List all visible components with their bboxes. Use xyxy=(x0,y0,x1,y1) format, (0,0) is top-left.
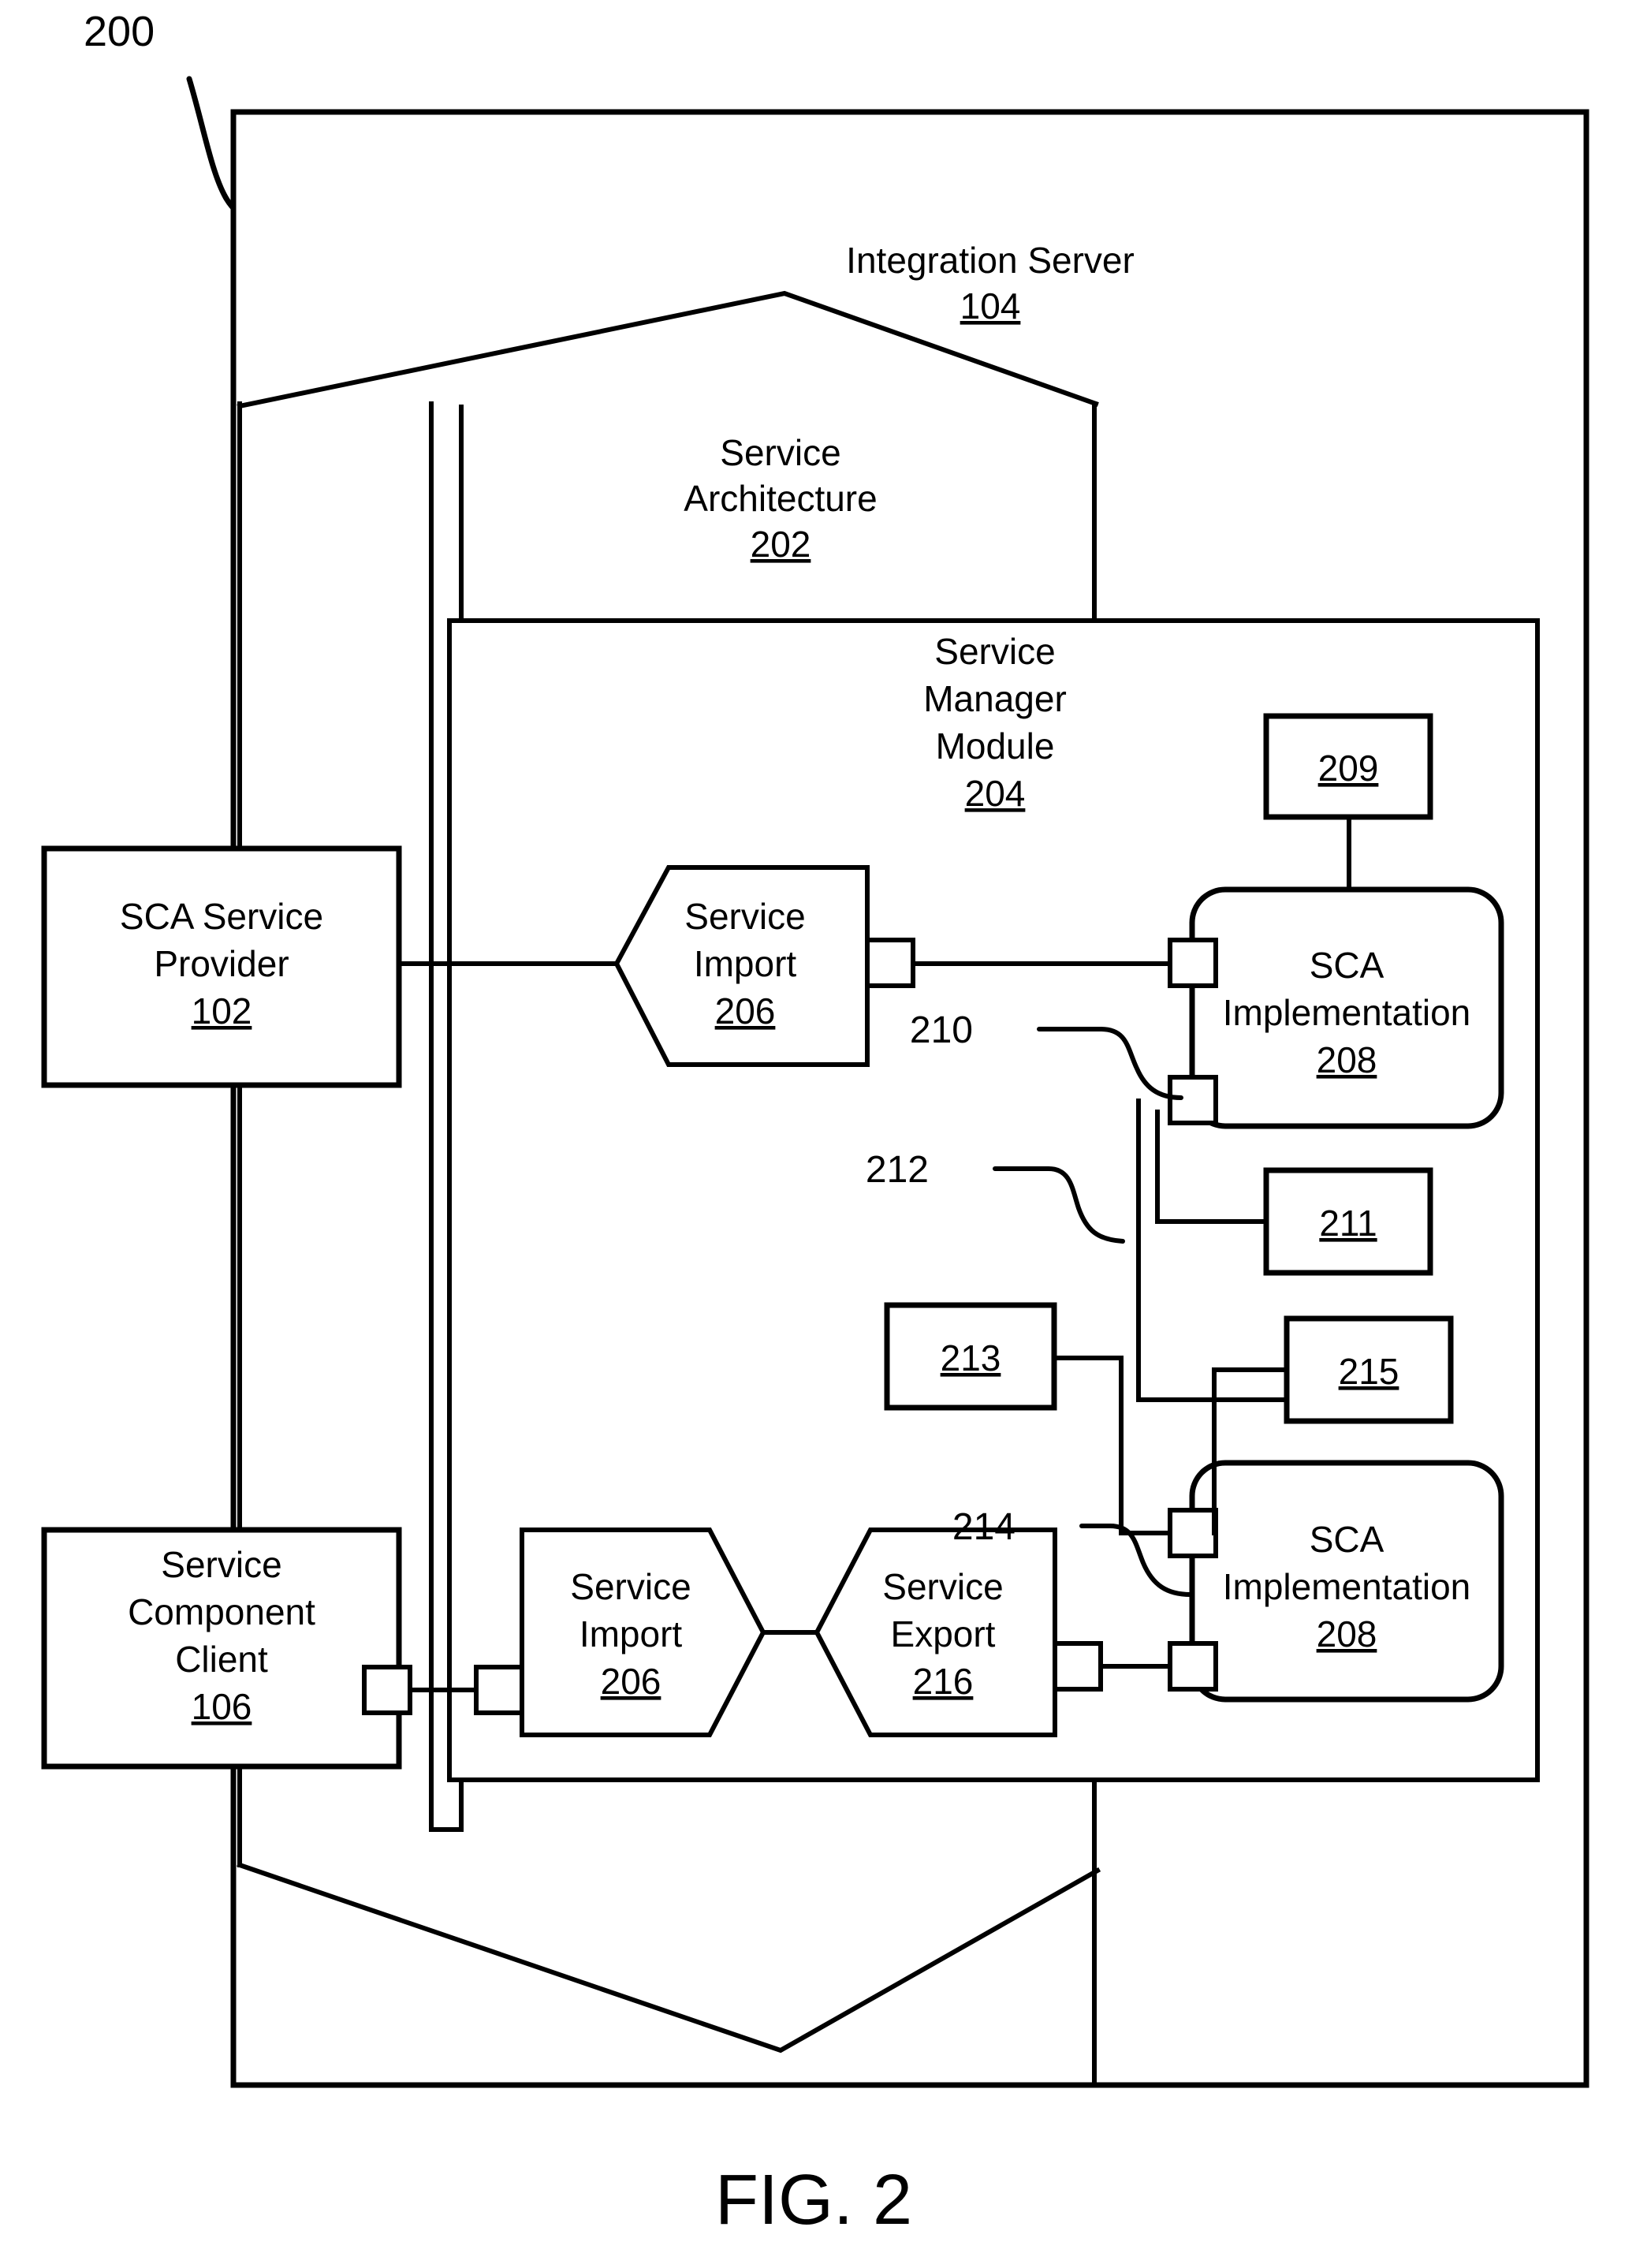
service-import-bottom-title-2: Import xyxy=(579,1613,683,1654)
service-manager-title-3: Module xyxy=(936,726,1055,767)
service-component-client-ref: 106 xyxy=(192,1686,252,1727)
service-architecture-title-1: Service xyxy=(720,432,840,473)
impl-bottom-port-b xyxy=(1168,1641,1218,1692)
sca-implementation-bottom-title-1: SCA xyxy=(1310,1519,1384,1560)
artifact-215-label: 215 xyxy=(1339,1351,1399,1392)
sca-service-provider-ref: 102 xyxy=(192,990,252,1031)
leader-210-label: 210 xyxy=(910,1009,973,1051)
import-bottom-port-left xyxy=(474,1665,524,1715)
impl-bottom-port-a xyxy=(1168,1508,1218,1558)
leader-212-label: 212 xyxy=(866,1149,929,1191)
service-architecture-title-2: Architecture xyxy=(684,478,877,519)
service-component-client-title-3: Client xyxy=(175,1639,268,1680)
figure-tag-text: 200 xyxy=(84,8,155,55)
service-import-bottom-title-1: Service xyxy=(570,1566,691,1607)
service-architecture-ref: 202 xyxy=(751,524,811,565)
sca-implementation-top-title-1: SCA xyxy=(1310,945,1384,986)
figure-canvas: 200 Integration Server 104 Service Archi… xyxy=(41,8,1589,2240)
service-manager-title-2: Manager xyxy=(923,678,1067,719)
service-import-bottom-ref: 206 xyxy=(601,1661,661,1702)
impl-top-port-a xyxy=(1168,938,1218,988)
sca-service-provider-title-2: Provider xyxy=(154,943,289,984)
sca-service-provider-title-1: SCA Service xyxy=(120,896,323,937)
service-export-bottom-title-2: Export xyxy=(891,1613,996,1654)
artifact-213-label: 213 xyxy=(941,1337,1001,1378)
integration-server-title: Integration Server xyxy=(846,240,1135,281)
service-import-top-title-1: Service xyxy=(684,896,805,937)
service-import-top-ref: 206 xyxy=(715,990,776,1031)
integration-server-ref: 104 xyxy=(960,285,1021,326)
service-manager-title-1: Service xyxy=(934,631,1055,672)
sca-implementation-top-ref: 208 xyxy=(1317,1039,1377,1080)
service-component-client-title-1: Service xyxy=(161,1544,281,1585)
service-manager-ref: 204 xyxy=(965,773,1026,814)
leader-214-label: 214 xyxy=(952,1506,1016,1548)
service-export-bottom-ref: 216 xyxy=(913,1661,974,1702)
sca-implementation-bottom-ref: 208 xyxy=(1317,1613,1377,1654)
service-import-top-title-2: Import xyxy=(694,943,797,984)
sca-implementation-bottom-title-2: Implementation xyxy=(1223,1566,1471,1607)
artifact-211-label: 211 xyxy=(1319,1203,1377,1244)
service-export-bottom-title-1: Service xyxy=(882,1566,1003,1607)
export-bottom-port xyxy=(1053,1641,1103,1692)
impl-top-port-b xyxy=(1168,1075,1218,1125)
client-port xyxy=(362,1665,412,1715)
service-component-client-title-2: Component xyxy=(128,1591,315,1632)
artifact-209-label: 209 xyxy=(1318,748,1379,789)
figure-caption: FIG. 2 xyxy=(715,2161,912,2240)
sca-implementation-top-title-2: Implementation xyxy=(1223,992,1471,1033)
patent-figure-2: 200 Integration Server 104 Service Archi… xyxy=(0,0,1636,2268)
